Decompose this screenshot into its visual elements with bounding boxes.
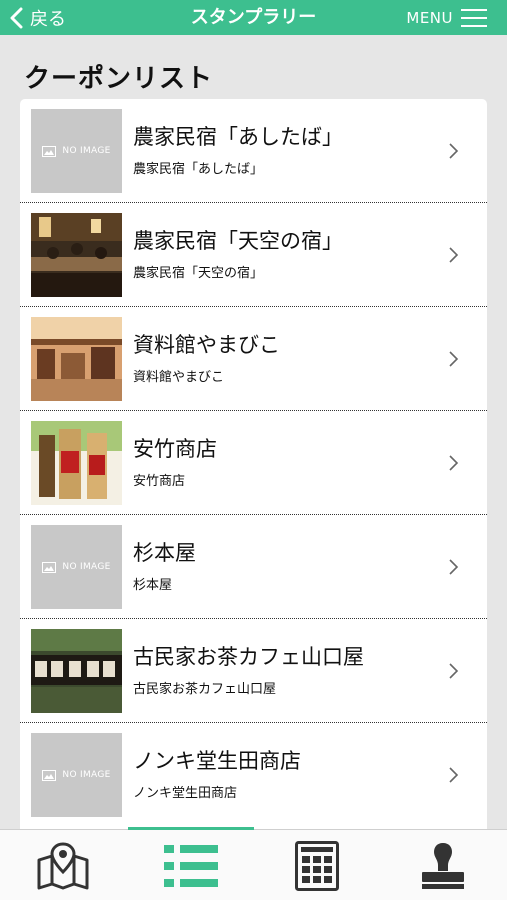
chevron-right-icon [449,143,459,159]
picture-icon [42,561,57,573]
cafe-signboard-photo [31,629,122,713]
page-title: クーポンリスト [24,64,214,94]
picture-icon [42,769,57,781]
coupon-subtitle: 資料館やまびこ [133,370,225,385]
no-image-text: NO IMAGE [62,146,111,156]
chevron-right-icon [449,663,459,679]
no-image-placeholder: NO IMAGE [31,733,122,817]
bottles-photo [31,421,122,505]
coupon-list: NO IMAGE 農家民宿「あしたば」 農家民宿「あしたば」 農家民宿「天空の宿… [20,99,487,829]
back-label: 戻る [30,8,66,30]
coupon-subtitle: 農家民宿「天空の宿」 [133,266,264,281]
no-image-text: NO IMAGE [62,770,111,780]
tab-bar [0,827,507,900]
coupon-list-item[interactable]: 資料館やまびこ 資料館やまびこ [20,307,487,411]
coupon-list-item[interactable]: 安竹商店 安竹商店 [20,411,487,515]
stamp-card-icon [295,840,339,891]
coupon-list-item[interactable]: 農家民宿「天空の宿」 農家民宿「天空の宿」 [20,203,487,307]
coupon-subtitle: 古民家お茶カフェ山口屋 [133,682,277,697]
chevron-right-icon [449,767,459,783]
coupon-list-item[interactable]: NO IMAGE 農家民宿「あしたば」 農家民宿「あしたば」 [20,99,487,203]
museum-interior-photo [31,317,122,401]
app-header: 戻る スタンプラリー MENU [0,0,507,35]
tab-list[interactable] [128,830,254,900]
chevron-right-icon [449,247,459,263]
coupon-list-item[interactable]: NO IMAGE 杉本屋 杉本屋 [20,515,487,619]
dining-room-photo [31,213,122,297]
picture-icon [42,145,57,157]
coupon-subtitle: ノンキ堂生田商店 [133,786,238,801]
coupon-title: 農家民宿「あしたば」 [133,125,343,149]
hamburger-icon [461,8,487,27]
back-button[interactable]: 戻る [8,0,66,35]
chevron-right-icon [449,351,459,367]
coupon-title: 農家民宿「天空の宿」 [133,229,343,253]
no-image-placeholder: NO IMAGE [31,525,122,609]
no-image-placeholder: NO IMAGE [31,109,122,193]
coupon-title: 安竹商店 [133,437,217,461]
chevron-right-icon [449,455,459,471]
chevron-left-icon [10,7,23,28]
coupon-subtitle: 杉本屋 [133,578,173,593]
coupon-subtitle: 農家民宿「あしたば」 [133,162,264,177]
coupon-title: 古民家お茶カフェ山口屋 [133,645,364,669]
map-pin-icon [37,841,89,889]
coupon-title: 杉本屋 [133,541,196,565]
no-image-text: NO IMAGE [62,562,111,572]
tab-stamp-card[interactable] [254,830,380,900]
stamp-icon [422,842,464,889]
list-icon [164,844,218,887]
coupon-title: ノンキ堂生田商店 [133,749,301,773]
coupon-list-item[interactable]: NO IMAGE ノンキ堂生田商店 ノンキ堂生田商店 [20,723,487,827]
menu-button[interactable]: MENU [406,0,487,35]
tab-stamp[interactable] [380,830,506,900]
menu-label: MENU [406,8,453,27]
coupon-subtitle: 安竹商店 [133,474,186,489]
coupon-title: 資料館やまびこ [133,333,280,357]
tab-map[interactable] [0,830,126,900]
chevron-right-icon [449,559,459,575]
coupon-list-item[interactable]: 古民家お茶カフェ山口屋 古民家お茶カフェ山口屋 [20,619,487,723]
